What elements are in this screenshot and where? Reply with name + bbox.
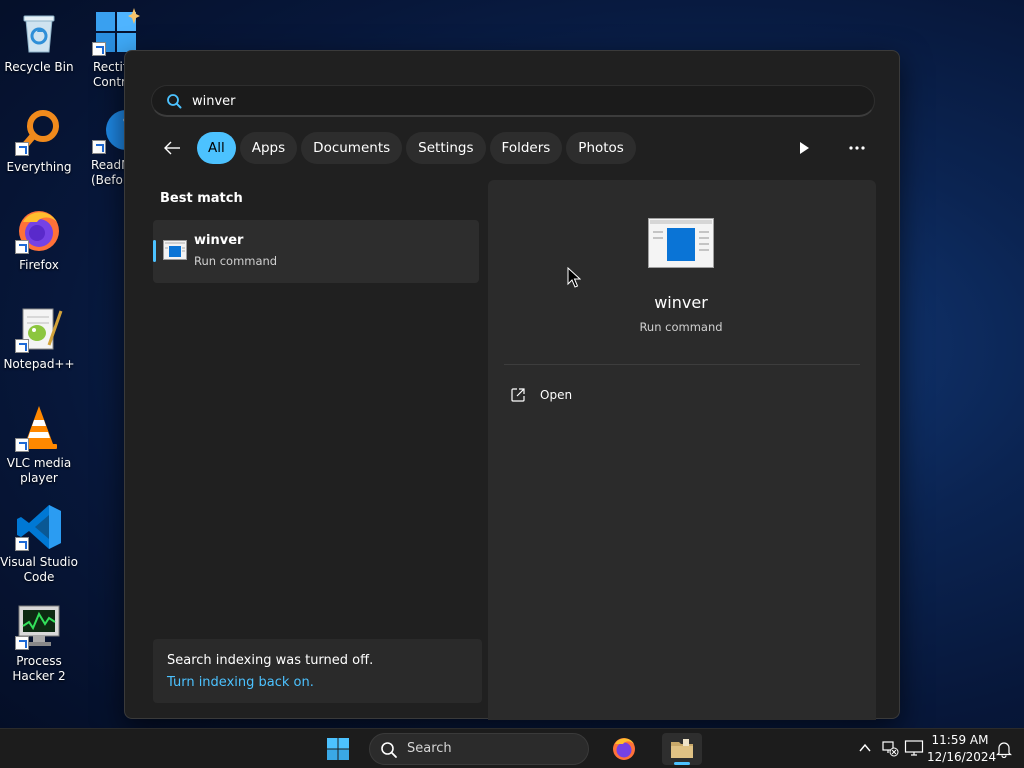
recycle-bin-icon bbox=[15, 8, 63, 56]
desktop-icon-everything[interactable]: Everything bbox=[0, 108, 78, 175]
winver-large-icon bbox=[648, 218, 714, 268]
result-title: winver bbox=[194, 233, 244, 248]
detail-title: winver bbox=[654, 293, 708, 312]
taskbar-search-box[interactable]: Search bbox=[369, 733, 589, 765]
best-match-heading: Best match bbox=[160, 191, 243, 206]
desktop-icon-label: Recycle Bin bbox=[4, 60, 74, 74]
vlc-cone-icon bbox=[15, 404, 63, 452]
folder-icon bbox=[671, 739, 693, 758]
start-search-panel: All Apps Documents Settings Folders Phot… bbox=[124, 50, 900, 720]
filter-chip-apps[interactable]: Apps bbox=[239, 132, 298, 164]
desktop-icon-firefox[interactable]: Firefox bbox=[0, 206, 78, 273]
vscode-icon bbox=[15, 503, 63, 551]
back-button[interactable] bbox=[155, 132, 189, 164]
clock-time[interactable]: 11:59 AM bbox=[931, 733, 989, 747]
firefox-icon bbox=[613, 738, 635, 760]
search-icon bbox=[381, 742, 397, 758]
process-hacker-monitor-icon bbox=[15, 602, 63, 650]
more-options-button[interactable] bbox=[845, 137, 869, 159]
best-match-result[interactable]: winver Run command bbox=[153, 220, 479, 283]
shortcut-arrow-icon bbox=[15, 636, 29, 650]
open-action-label: Open bbox=[540, 388, 573, 402]
selection-accent bbox=[153, 240, 156, 262]
desktop-icon-notepad-plus-plus[interactable]: Notepad++ bbox=[0, 305, 78, 372]
shortcut-arrow-icon bbox=[15, 537, 29, 551]
desktop-icon-label: Notepad++ bbox=[3, 357, 75, 371]
filter-chip-folders[interactable]: Folders bbox=[489, 132, 563, 164]
shortcut-arrow-icon bbox=[15, 339, 29, 353]
search-input[interactable] bbox=[192, 90, 852, 112]
desktop-icon-label: Process Hacker 2 bbox=[12, 654, 66, 683]
desktop-icon-label: Firefox bbox=[19, 258, 59, 272]
turn-indexing-on-link[interactable]: Turn indexing back on. bbox=[167, 675, 314, 690]
open-action[interactable]: Open bbox=[510, 383, 572, 407]
open-external-icon bbox=[511, 388, 525, 402]
desktop-icon-vscode[interactable]: Visual Studio Code bbox=[0, 503, 78, 585]
search-box[interactable] bbox=[151, 85, 875, 117]
desktop-icon-label: Visual Studio Code bbox=[0, 555, 78, 584]
shortcut-arrow-icon bbox=[15, 142, 29, 156]
windows-logo-icon bbox=[92, 8, 140, 56]
start-button[interactable] bbox=[324, 735, 352, 763]
ellipsis-icon bbox=[849, 146, 865, 150]
taskbar-search-placeholder: Search bbox=[407, 741, 452, 756]
clock-date[interactable]: 12/16/2024 bbox=[927, 750, 996, 764]
shortcut-arrow-icon bbox=[15, 240, 29, 254]
filter-chip-photos[interactable]: Photos bbox=[566, 132, 636, 164]
result-subtitle: Run command bbox=[194, 254, 278, 268]
desktop-icon-recycle-bin[interactable]: Recycle Bin bbox=[0, 8, 78, 75]
filter-chip-documents[interactable]: Documents bbox=[301, 132, 403, 164]
indexing-notice-text: Search indexing was turned off. bbox=[167, 653, 374, 668]
taskbar: Search 11:59 AM 12/16/2024 bbox=[0, 728, 1024, 768]
play-icon bbox=[800, 142, 809, 154]
display-icon[interactable] bbox=[904, 739, 924, 757]
filter-row: All Apps Documents Settings Folders Phot… bbox=[155, 132, 636, 164]
shortcut-arrow-icon bbox=[92, 42, 106, 56]
filter-chip-all[interactable]: All bbox=[197, 132, 236, 164]
taskbar-file-explorer[interactable] bbox=[662, 733, 702, 765]
mouse-cursor-icon bbox=[567, 267, 581, 288]
desktop-icon-vlc[interactable]: VLC media player bbox=[0, 404, 78, 486]
desktop-icon-label: VLC media player bbox=[6, 456, 72, 485]
notepad-plus-plus-icon bbox=[15, 305, 63, 353]
desktop-icon-process-hacker[interactable]: Process Hacker 2 bbox=[0, 602, 78, 684]
result-detail-pane: winver Run command Open bbox=[488, 180, 876, 720]
play-button[interactable] bbox=[793, 137, 815, 159]
indexing-notice: Search indexing was turned off. Turn ind… bbox=[153, 639, 482, 703]
chevron-up-icon[interactable] bbox=[858, 741, 872, 755]
filter-chip-settings[interactable]: Settings bbox=[406, 132, 486, 164]
search-icon bbox=[167, 94, 182, 109]
detail-subtitle: Run command bbox=[639, 320, 723, 334]
arrow-left-icon bbox=[164, 141, 180, 155]
active-app-indicator bbox=[674, 762, 690, 765]
notification-bell-icon[interactable] bbox=[996, 740, 1012, 758]
magnifier-orange-icon bbox=[15, 108, 63, 156]
desktop-icon-label: Everything bbox=[6, 160, 72, 174]
network-disconnected-icon[interactable] bbox=[881, 739, 899, 757]
taskbar-firefox[interactable] bbox=[604, 733, 644, 765]
winver-app-icon bbox=[163, 240, 187, 260]
shortcut-arrow-icon bbox=[15, 438, 29, 452]
firefox-icon bbox=[15, 206, 63, 254]
shortcut-arrow-icon bbox=[92, 140, 106, 154]
detail-divider bbox=[504, 364, 860, 365]
